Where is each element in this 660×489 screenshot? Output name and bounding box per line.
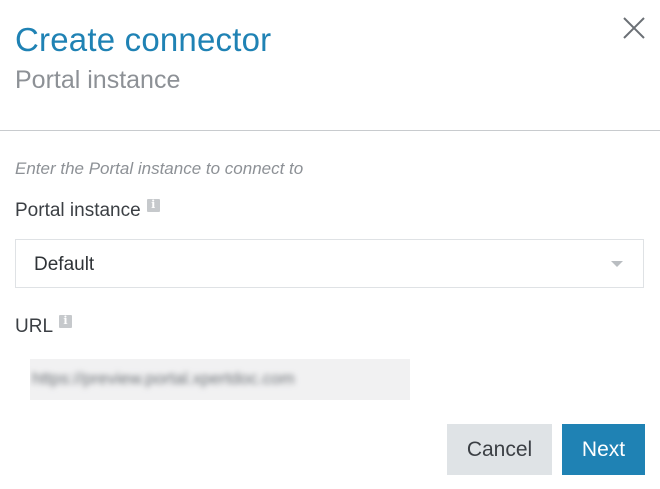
close-icon[interactable] (620, 14, 648, 42)
next-button[interactable]: Next (562, 424, 645, 475)
create-connector-dialog: Create connector Portal instance Enter t… (0, 0, 660, 489)
portal-instance-selected-value: Default (34, 254, 95, 275)
chevron-down-icon (611, 261, 623, 267)
form-hint: Enter the Portal instance to connect to (15, 159, 304, 178)
info-icon[interactable] (146, 197, 160, 213)
info-icon[interactable] (59, 313, 73, 329)
url-label: URL (15, 313, 73, 339)
cancel-button[interactable]: Cancel (447, 424, 552, 475)
dialog-subtitle: Portal instance (15, 66, 181, 94)
url-value: https://preview.portal.xpertdoc.com (32, 369, 295, 388)
portal-instance-label: Portal instance (15, 197, 160, 223)
url-label-text: URL (15, 316, 54, 337)
url-field[interactable]: https://preview.portal.xpertdoc.com (30, 359, 410, 400)
portal-instance-select[interactable]: Default (15, 239, 644, 288)
header-divider (0, 130, 660, 131)
dialog-title: Create connector (15, 21, 272, 58)
portal-instance-label-text: Portal instance (15, 200, 141, 221)
